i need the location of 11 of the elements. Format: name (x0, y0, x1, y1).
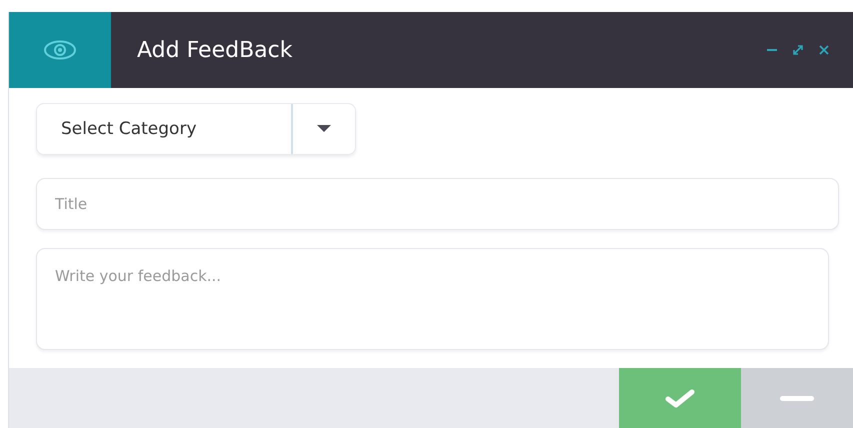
eye-icon (43, 39, 77, 61)
window-title: Add FeedBack (137, 38, 294, 62)
minus-icon (780, 396, 814, 400)
caret-icon (317, 125, 331, 133)
check-icon (665, 388, 695, 408)
title-field[interactable]: Title (36, 178, 839, 230)
feedback-field[interactable]: Write your feedback... (36, 248, 829, 350)
expand-icon[interactable] (793, 45, 803, 55)
category-dropdown[interactable]: Select Category (36, 103, 356, 155)
minimize-icon[interactable] (767, 48, 777, 52)
close-icon[interactable] (819, 45, 829, 55)
